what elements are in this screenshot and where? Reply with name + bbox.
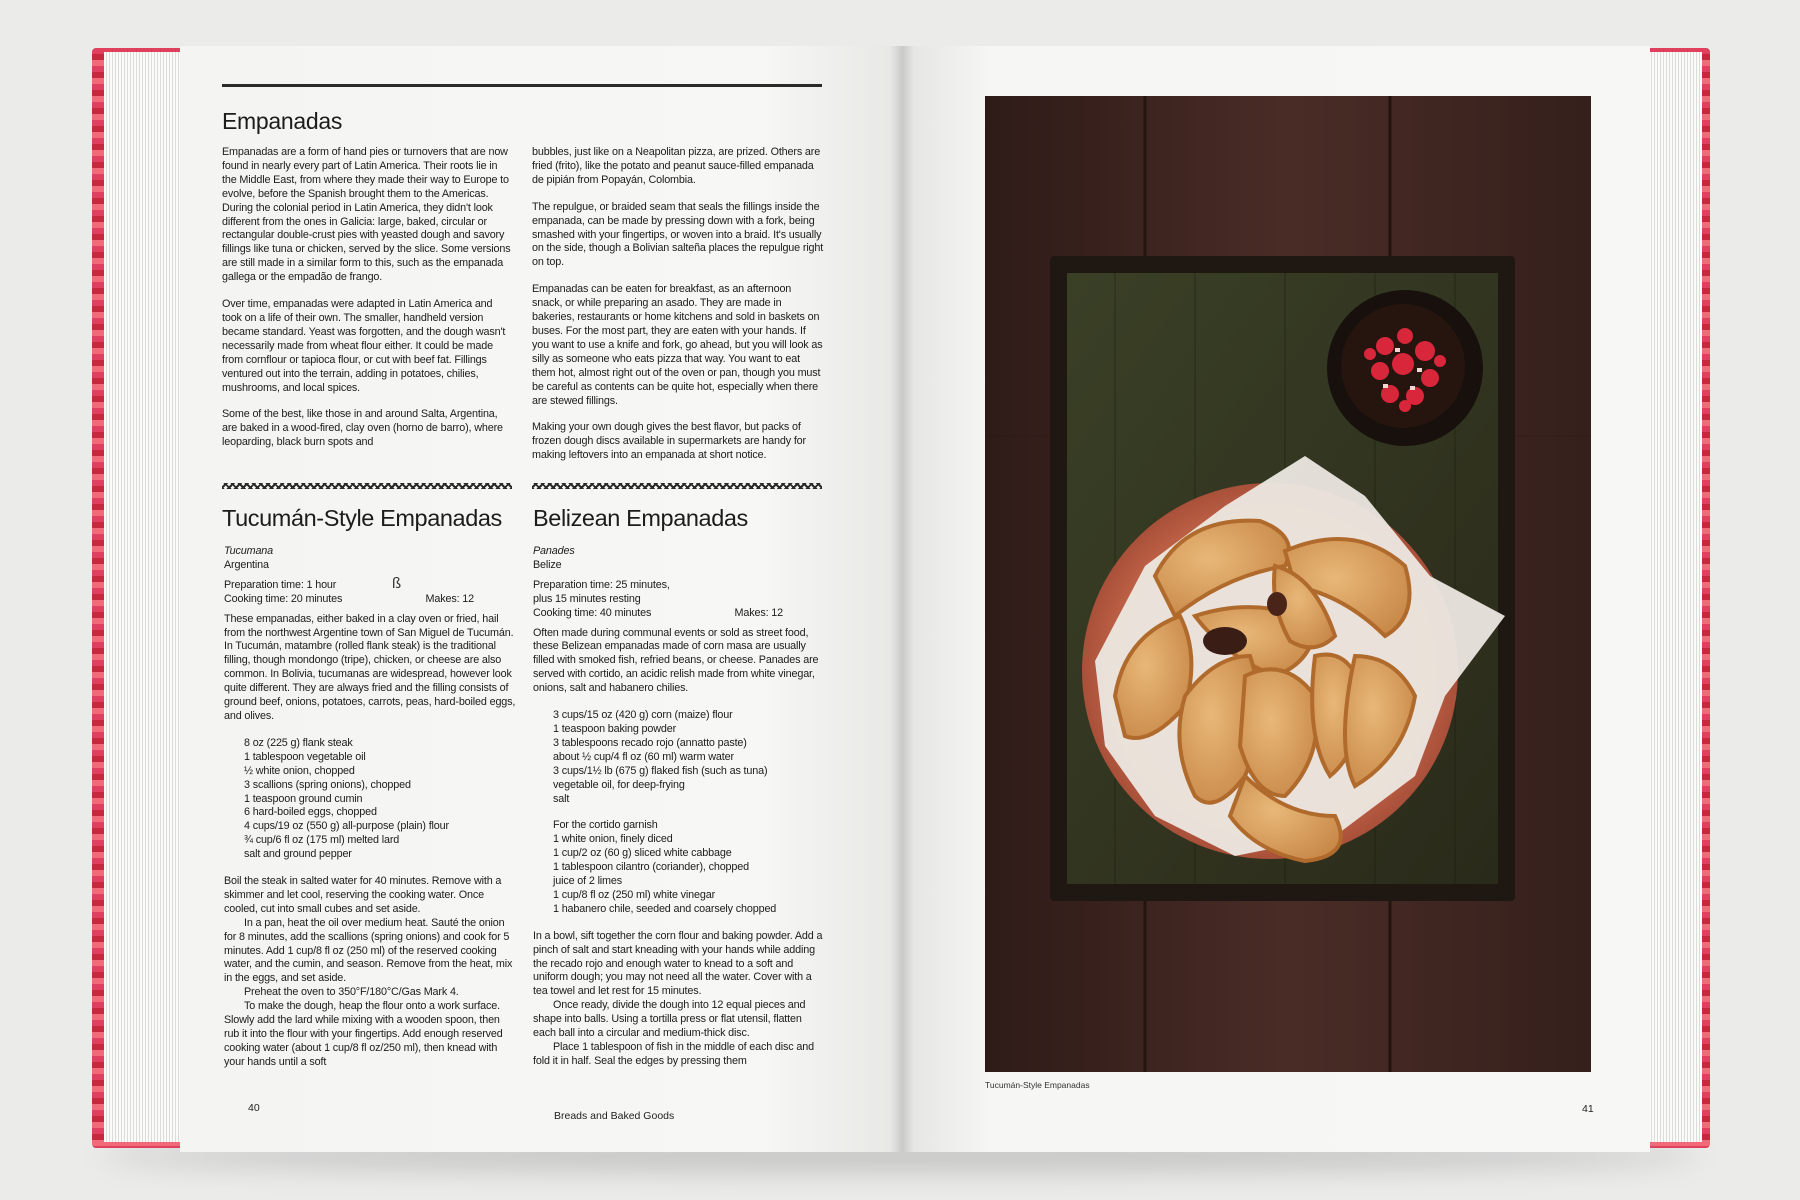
- recipe-intro: These empanadas, either baked in a clay …: [224, 612, 516, 722]
- ingredient: 6 hard-boiled eggs, chopped: [244, 806, 377, 819]
- ingredient: 3 cups/1½ lb (675 g) flaked fish (such a…: [553, 764, 768, 777]
- intro-paragraph: Empanadas are a form of hand pies or tur…: [222, 146, 511, 284]
- page-title: Empanadas: [222, 108, 343, 134]
- section-divider: [532, 483, 822, 489]
- ingredient: salt: [553, 792, 570, 805]
- method-step: In a bowl, sift together the corn flour …: [533, 929, 823, 998]
- book-gutter: [890, 46, 914, 1152]
- ingredient: 1 tablespoon vegetable oil: [244, 750, 366, 763]
- prep-time: Preparation time: 1 hour: [224, 578, 337, 591]
- ingredient: ½ white onion, chopped: [244, 764, 355, 777]
- recipe-title-belizean: Belizean Empanadas: [533, 505, 748, 531]
- method-step: Boil the steak in salted water for 40 mi…: [224, 875, 502, 915]
- ingredient-list: 8 oz (225 g) flank steak 1 tablespoon ve…: [244, 737, 516, 862]
- ingredient-list: 3 cups/15 oz (420 g) corn (maize) flour …: [553, 709, 825, 806]
- handwritten-mark: ß: [392, 575, 402, 592]
- photo-caption: Tucumán-Style Empanadas: [985, 1080, 1090, 1090]
- intro-paragraph: Empanadas can be eaten for breakfast, as…: [532, 283, 823, 407]
- recipe-intro: Often made during communal events or sol…: [533, 626, 819, 695]
- intro-column-2: bubbles, just like on a Neapolitan pizza…: [532, 146, 824, 463]
- ingredient: about ½ cup/4 fl oz (60 ml) warm water: [553, 750, 734, 763]
- ingredient: 1 cup/2 oz (60 g) sliced white cabbage: [553, 847, 732, 860]
- page-number-left: 40: [248, 1102, 260, 1114]
- garnish-list: For the cortido garnish 1 white onion, f…: [553, 819, 825, 916]
- makes: Makes: 12: [734, 606, 784, 619]
- intro-paragraph: bubbles, just like on a Neapolitan pizza…: [532, 146, 821, 186]
- empanadas-photo: [985, 96, 1591, 1072]
- ingredient: 3 scallions (spring onions), chopped: [244, 778, 411, 791]
- ingredient: 8 oz (225 g) flank steak: [244, 736, 353, 749]
- page-edges-left: [104, 52, 192, 1142]
- method-step: Preheat the oven to 350°F/180°C/Gas Mark…: [244, 986, 459, 999]
- cook-time: Cooking time: 20 minutes: [224, 592, 343, 605]
- intro-paragraph: Making your own dough gives the best fla…: [532, 421, 806, 462]
- garnish-heading: For the cortido garnish: [553, 819, 658, 832]
- recipe-tucuman: Tucumana Argentina Preparation time: 1 h…: [224, 545, 516, 1070]
- ingredient: 4 cups/19 oz (550 g) all-purpose (plain)…: [244, 820, 449, 833]
- ingredient: 3 tablespoons recado rojo (annatto paste…: [553, 736, 747, 749]
- method-step: Place 1 tablespoon of fish in the middle…: [533, 1041, 814, 1067]
- recipe-belizean: Panades Belize Preparation time: 25 minu…: [533, 545, 825, 1069]
- recipe-title-tucuman: Tucumán-Style Empanadas: [222, 505, 502, 531]
- recipe-local-name: Panades: [533, 545, 575, 557]
- ingredient: vegetable oil, for deep-frying: [553, 778, 685, 791]
- recipe-local-name: Tucumana: [224, 545, 274, 557]
- makes: Makes: 12: [425, 592, 475, 605]
- intro-paragraph: The repulgue, or braided seam that seals…: [532, 200, 824, 269]
- ingredient: 1 cup/8 fl oz (250 ml) white vinegar: [553, 888, 716, 901]
- recipe-country: Argentina: [224, 558, 269, 571]
- ingredient: 1 white onion, finely diced: [553, 833, 673, 846]
- running-footer: Breads and Baked Goods: [554, 1110, 675, 1122]
- ingredient: ¾ cup/6 fl oz (175 ml) melted lard: [244, 834, 400, 847]
- intro-paragraph: Some of the best, like those in and arou…: [222, 408, 503, 449]
- ingredient: 1 teaspoon ground cumin: [244, 792, 363, 805]
- prep-time-resting: plus 15 minutes resting: [533, 592, 641, 605]
- prep-time: Preparation time: 25 minutes,: [533, 578, 670, 591]
- photo-illustration: [985, 96, 1591, 1072]
- cook-time: Cooking time: 40 minutes: [533, 606, 652, 619]
- top-rule: [222, 84, 822, 87]
- ingredient: juice of 2 limes: [553, 875, 623, 888]
- ingredient: salt and ground pepper: [244, 848, 352, 861]
- ingredient: 1 teaspoon baking powder: [553, 722, 677, 735]
- intro-paragraph: Over time, empanadas were adapted in Lat…: [222, 298, 506, 394]
- ingredient: 3 cups/15 oz (420 g) corn (maize) flour: [553, 709, 733, 722]
- section-divider: [222, 483, 512, 489]
- method-step: In a pan, heat the oil over medium heat.…: [224, 916, 513, 985]
- page-number-right: 41: [1582, 1103, 1594, 1115]
- method-step: To make the dough, heap the flour onto a…: [224, 1000, 503, 1068]
- recipe-country: Belize: [533, 558, 562, 571]
- ingredient: 1 tablespoon cilantro (coriander), chopp…: [553, 861, 749, 874]
- method-step: Once ready, divide the dough into 12 equ…: [533, 999, 806, 1040]
- intro-column-1: Empanadas are a form of hand pies or tur…: [222, 146, 514, 450]
- ingredient: 1 habanero chile, seeded and coarsely ch…: [553, 902, 777, 915]
